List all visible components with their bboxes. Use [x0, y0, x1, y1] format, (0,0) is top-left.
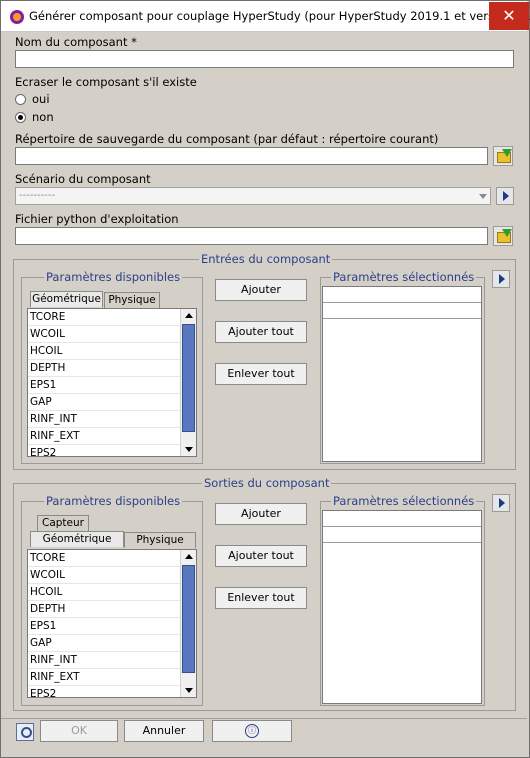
- component-name-input[interactable]: [15, 50, 514, 68]
- inputs-next-button[interactable]: [492, 270, 510, 288]
- app-logo-icon: [10, 10, 24, 24]
- scenario-select[interactable]: ----------: [15, 187, 491, 205]
- tab-capteur[interactable]: Capteur: [37, 515, 89, 531]
- list-item[interactable]: EPS2: [28, 686, 196, 697]
- outputs-remove-all-button[interactable]: Enlever tout: [215, 587, 307, 609]
- scroll-down-icon[interactable]: [185, 447, 193, 452]
- chevron-down-icon: [479, 194, 487, 199]
- save-dir-input[interactable]: [15, 147, 488, 165]
- list-item[interactable]: HCOIL: [28, 343, 196, 360]
- component-name-label: Nom du composant *: [15, 35, 137, 49]
- outputs-add-button[interactable]: Ajouter: [215, 503, 307, 525]
- inputs-add-all-button[interactable]: Ajouter tout: [215, 321, 307, 343]
- outputs-available-list[interactable]: TCORE WCOIL HCOIL DEPTH EPS1 GAP RINF_IN…: [27, 549, 197, 698]
- inputs-selected-title: Paramètres sélectionnés: [331, 270, 477, 284]
- overwrite-label: Ecraser le composant s'il existe: [15, 75, 197, 89]
- cancel-button[interactable]: Annuler: [124, 720, 204, 742]
- scenario-value: ----------: [19, 190, 56, 201]
- inputs-group-title: Entrées du composant: [199, 252, 333, 266]
- tab-geometrique[interactable]: Géométrique: [30, 531, 124, 547]
- scroll-up-icon[interactable]: [185, 313, 193, 318]
- title-bar[interactable]: Générer composant pour couplage HyperStu…: [1, 1, 530, 32]
- browse-python-button[interactable]: [493, 226, 513, 246]
- inputs-selected-list[interactable]: [322, 286, 482, 462]
- scroll-thumb[interactable]: [182, 565, 195, 673]
- outputs-group-title: Sorties du composant: [202, 476, 332, 490]
- list-item[interactable]: TCORE: [28, 309, 196, 326]
- list-item[interactable]: TCORE: [28, 550, 196, 567]
- overwrite-yes-label: oui: [32, 92, 50, 106]
- tab-physique[interactable]: Physique: [104, 292, 160, 308]
- inputs-scrollbar[interactable]: [180, 309, 196, 456]
- about-button[interactable]: ⓘ: [212, 720, 292, 742]
- list-item[interactable]: GAP: [28, 635, 196, 652]
- list-item[interactable]: WCOIL: [28, 326, 196, 343]
- green-arrow-icon: [502, 229, 512, 237]
- list-item[interactable]: EPS1: [28, 377, 196, 394]
- list-item[interactable]: EPS2: [28, 445, 196, 456]
- scroll-down-icon[interactable]: [185, 688, 193, 693]
- inputs-add-button[interactable]: Ajouter: [215, 279, 307, 301]
- outputs-add-all-button[interactable]: Ajouter tout: [215, 545, 307, 567]
- outputs-scrollbar[interactable]: [180, 550, 196, 697]
- list-item[interactable]: RINF_EXT: [28, 669, 196, 686]
- green-arrow-icon: [502, 149, 512, 157]
- outputs-selected-list[interactable]: [322, 510, 482, 704]
- scenario-label: Scénario du composant: [15, 172, 151, 186]
- list-item[interactable]: RINF_EXT: [28, 428, 196, 445]
- window-title: Générer composant pour couplage HyperStu…: [29, 9, 530, 23]
- close-button[interactable]: ✕: [489, 2, 529, 30]
- play-icon: [499, 498, 505, 508]
- list-item[interactable]: GAP: [28, 394, 196, 411]
- list-item[interactable]: DEPTH: [28, 601, 196, 618]
- scroll-up-icon[interactable]: [185, 554, 193, 559]
- list-item[interactable]: EPS1: [28, 618, 196, 635]
- list-item[interactable]: WCOIL: [28, 567, 196, 584]
- divider: [323, 318, 481, 319]
- scroll-thumb[interactable]: [182, 324, 195, 432]
- tab-physique[interactable]: Physique: [124, 532, 196, 548]
- inputs-available-title: Paramètres disponibles: [44, 270, 183, 284]
- divider: [323, 526, 481, 527]
- list-item[interactable]: HCOIL: [28, 584, 196, 601]
- outputs-selected-title: Paramètres sélectionnés: [331, 494, 477, 508]
- inputs-available-list[interactable]: TCORE WCOIL HCOIL DEPTH EPS1 GAP RINF_IN…: [27, 308, 197, 457]
- python-file-label: Fichier python d'exploitation: [15, 212, 179, 226]
- info-icon: ⓘ: [245, 724, 259, 738]
- play-icon: [503, 191, 509, 201]
- list-item[interactable]: RINF_INT: [28, 411, 196, 428]
- play-icon: [499, 274, 505, 284]
- overwrite-no-radio[interactable]: [15, 112, 26, 123]
- browse-folder-button[interactable]: [493, 146, 513, 166]
- list-item[interactable]: DEPTH: [28, 360, 196, 377]
- overwrite-yes-radio[interactable]: [15, 94, 26, 105]
- save-dir-label: Répertoire de sauvegarde du composant (p…: [15, 132, 439, 146]
- divider: [323, 542, 481, 543]
- divider: [323, 302, 481, 303]
- python-file-input[interactable]: [15, 227, 488, 245]
- scenario-next-button[interactable]: [496, 187, 514, 205]
- list-item[interactable]: RINF_INT: [28, 652, 196, 669]
- inputs-remove-all-button[interactable]: Enlever tout: [215, 363, 307, 385]
- tab-geometrique[interactable]: Géométrique: [30, 291, 103, 307]
- overwrite-no-label: non: [32, 110, 54, 124]
- ok-button[interactable]: OK: [40, 720, 118, 742]
- outputs-next-button[interactable]: [492, 494, 510, 512]
- help-search-icon[interactable]: [16, 723, 34, 741]
- outputs-available-title: Paramètres disponibles: [44, 494, 183, 508]
